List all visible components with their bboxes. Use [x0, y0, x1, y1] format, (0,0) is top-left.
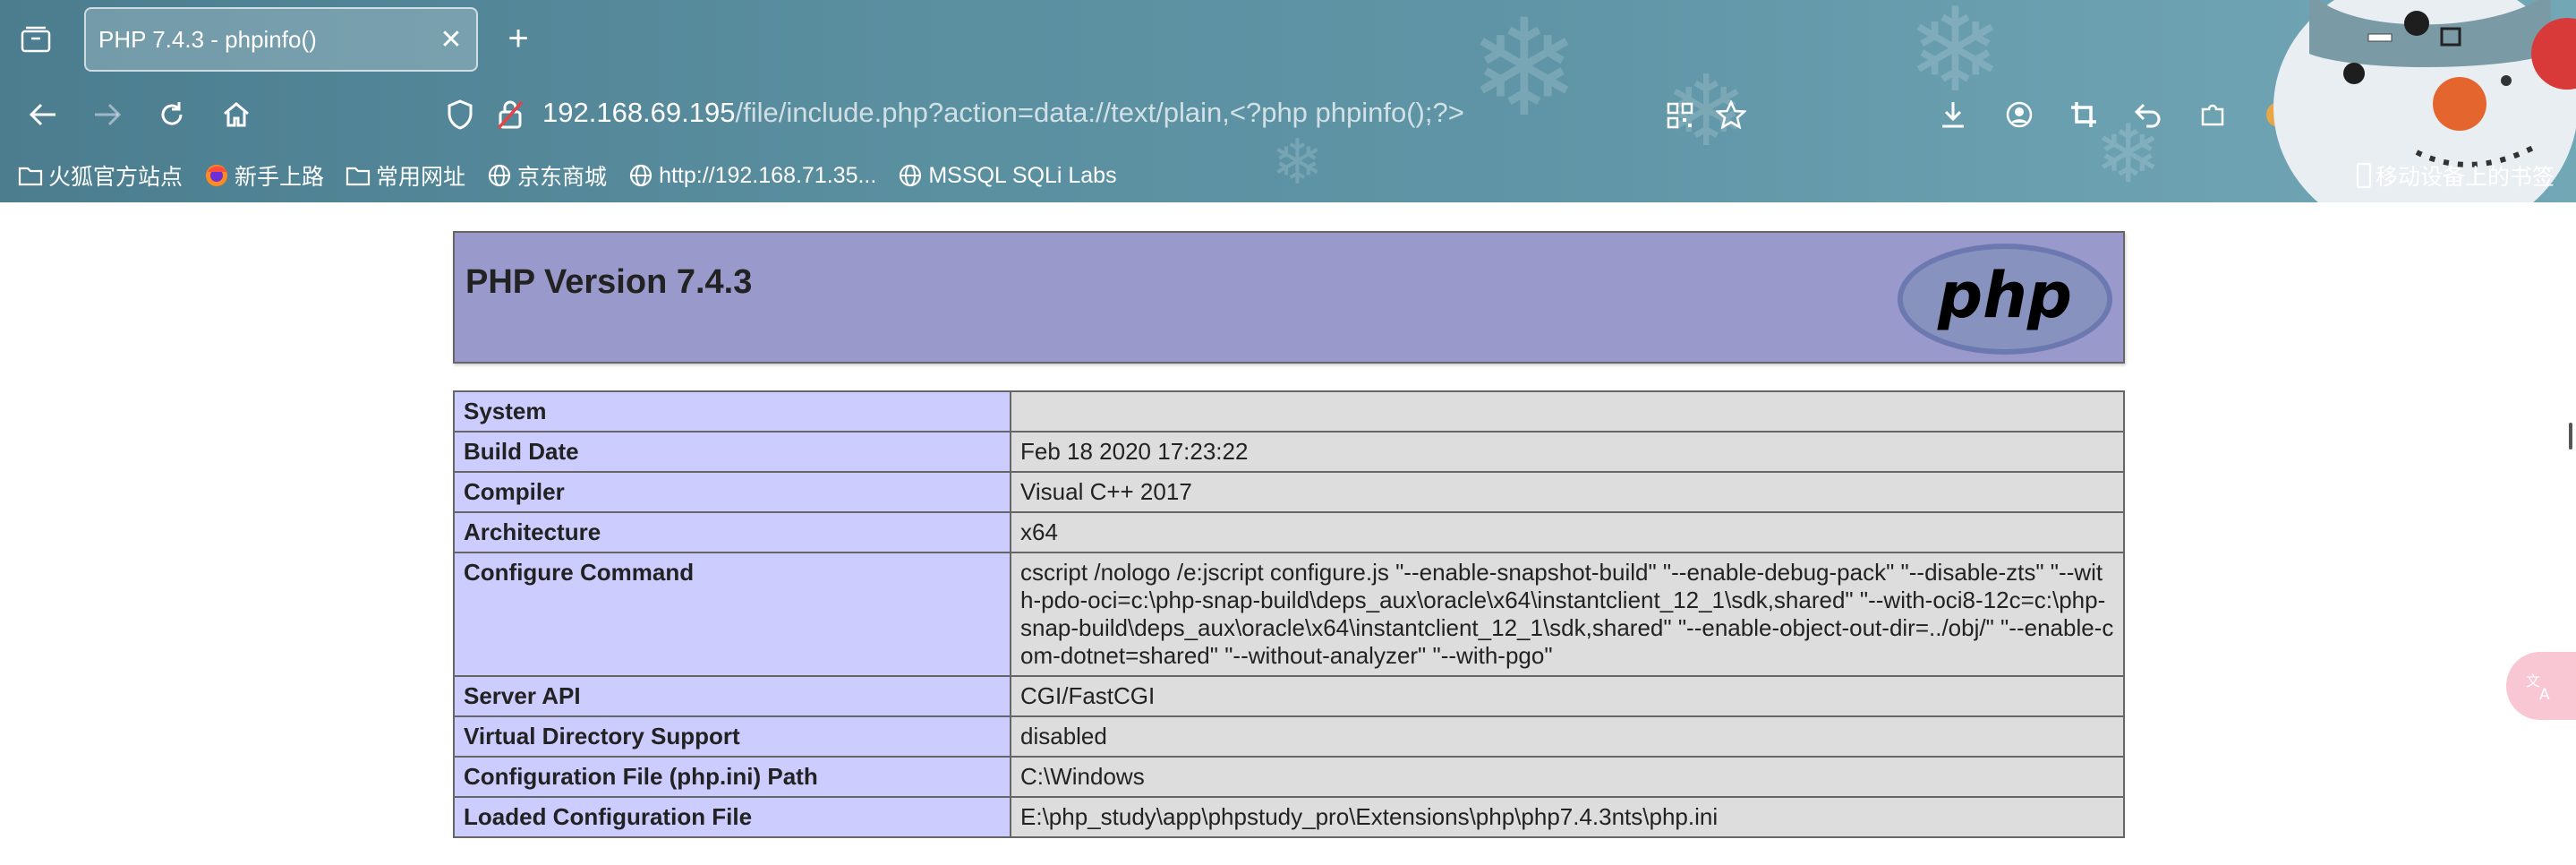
bookmark-item[interactable]: http://192.168.71.35... — [628, 163, 876, 189]
bookmark-item[interactable]: 常用网址 — [345, 159, 465, 192]
row-value: x64 — [1010, 511, 2125, 553]
back-icon[interactable] — [25, 97, 61, 133]
mobile-bookmarks[interactable]: 移动设备上的书签 — [2356, 158, 2555, 193]
floating-translate-button[interactable]: 文A — [2506, 652, 2576, 720]
bookmark-label: 火狐官方站点 — [48, 165, 183, 190]
bookmark-item[interactable]: 京东商城 — [487, 159, 607, 192]
new-tab-button[interactable]: + — [498, 18, 539, 59]
svg-text:A: A — [2539, 686, 2550, 701]
undo-icon[interactable] — [2130, 97, 2166, 133]
reload-icon[interactable] — [154, 97, 190, 133]
bookmark-label: 常用网址 — [376, 165, 466, 190]
table-row: Architecture x64 — [453, 511, 2125, 553]
row-value: CGI/FastCGI — [1010, 675, 2125, 717]
row-label: Server API — [453, 675, 1011, 717]
table-row: Compiler Visual C++ 2017 — [453, 471, 2125, 513]
folder-icon — [345, 165, 371, 186]
url-bar[interactable]: 192.168.69.195/file/include.php?action=d… — [542, 97, 1464, 129]
bookmark-item[interactable]: MSSQL SQLi Labs — [898, 162, 1117, 189]
bookmark-item[interactable]: 新手上路 — [204, 159, 324, 192]
firefox-icon — [204, 163, 229, 188]
mobile-bookmarks-label: 移动设备上的书签 — [2375, 165, 2555, 190]
row-value: E:\php_study\app\phpstudy_pro\Extensions… — [1010, 796, 2125, 838]
account-icon[interactable] — [2001, 97, 2037, 133]
bookmark-label: MSSQL SQLi Labs — [928, 162, 1117, 188]
tab-phpinfo[interactable]: PHP 7.4.3 - phpinfo() ✕ — [84, 7, 478, 72]
row-label: Loaded Configuration File — [453, 796, 1011, 838]
row-label: Configuration File (php.ini) Path — [453, 756, 1011, 798]
table-row: Configuration File (php.ini) Path C:\Wind… — [453, 756, 2125, 798]
shield-icon[interactable] — [442, 97, 478, 133]
bookmark-label: 新手上路 — [235, 165, 325, 190]
globe-icon — [898, 163, 923, 188]
table-row: Build Date Feb 18 2020 17:23:22 — [453, 431, 2125, 473]
bookmark-star-icon[interactable] — [1713, 97, 1749, 133]
folder-icon — [18, 165, 43, 186]
row-value: disabled — [1010, 715, 2125, 758]
home-icon[interactable] — [218, 97, 254, 133]
globe-icon — [487, 163, 512, 188]
tab-title: PHP 7.4.3 - phpinfo() — [98, 25, 317, 53]
url-host: 192.168.69.195 — [542, 97, 736, 128]
translate-icon: 文A — [2526, 672, 2550, 701]
close-tab-icon[interactable]: ✕ — [426, 24, 476, 56]
php-logo: php — [1898, 244, 2112, 355]
bookmark-label: http://192.168.71.35... — [659, 162, 877, 188]
row-value: Visual C++ 2017 — [1010, 471, 2125, 513]
php-version-header: PHP Version 7.4.3 php — [453, 231, 2125, 364]
php-logo-text: php — [1937, 259, 2072, 332]
snowflake-decoration: ❄ — [1271, 125, 1324, 199]
phpinfo-table: System Build Date Feb 18 2020 17:23:22 Co… — [453, 390, 2125, 838]
bookmark-label: 京东商城 — [517, 165, 608, 190]
table-row: Virtual Directory Support disabled — [453, 715, 2125, 758]
svg-text:文: 文 — [2526, 672, 2540, 689]
row-label: Configure Command — [453, 552, 1011, 677]
row-label: Build Date — [453, 431, 1011, 473]
crop-screenshot-icon[interactable] — [2066, 97, 2102, 133]
row-label: Virtual Directory Support — [453, 715, 1011, 758]
globe-icon — [628, 163, 653, 188]
table-row: Configure Command cscript /nologo /e:jscr… — [453, 552, 2125, 677]
qr-code-icon[interactable] — [1663, 98, 1697, 133]
row-label: System — [453, 390, 1011, 432]
page-title: PHP Version 7.4.3 — [465, 263, 753, 301]
row-value: Feb 18 2020 17:23:22 — [1010, 431, 2125, 473]
row-label: Architecture — [453, 511, 1011, 553]
row-label: Compiler — [453, 471, 1011, 513]
downloads-icon[interactable] — [1935, 97, 1971, 133]
url-path: /file/include.php?action=data://text/pla… — [735, 97, 1464, 128]
scrollbar-thumb[interactable] — [2569, 423, 2572, 450]
row-value: cscript /nologo /e:jscript configure.js … — [1010, 552, 2125, 677]
table-row: Server API CGI/FastCGI — [453, 675, 2125, 717]
row-value: C:\Windows — [1010, 756, 2125, 798]
snowflake-decoration: ❄ — [1468, 0, 1581, 147]
table-row: Loaded Configuration File E:\php_study\ap… — [453, 796, 2125, 838]
forward-icon[interactable] — [90, 97, 125, 133]
bookmarks-bar: 火狐官方站点 新手上路 常用网址 京东商城 http://192.168.71.… — [18, 158, 1139, 193]
tab-list-icon[interactable] — [16, 21, 55, 57]
mobile-device-icon — [2356, 162, 2372, 189]
table-row: System — [453, 390, 2125, 432]
row-value — [1010, 390, 2125, 432]
page-content: PHP Version 7.4.3 php System Build Date F… — [0, 202, 2576, 865]
browser-chrome: ❄ ❄ ❄ ❄ ❄ PHP 7.4.3 - phpinfo() ✕ + 192.… — [0, 0, 2576, 202]
bookmark-item[interactable]: 火狐官方站点 — [18, 159, 183, 192]
insecure-lock-icon[interactable] — [492, 97, 528, 133]
